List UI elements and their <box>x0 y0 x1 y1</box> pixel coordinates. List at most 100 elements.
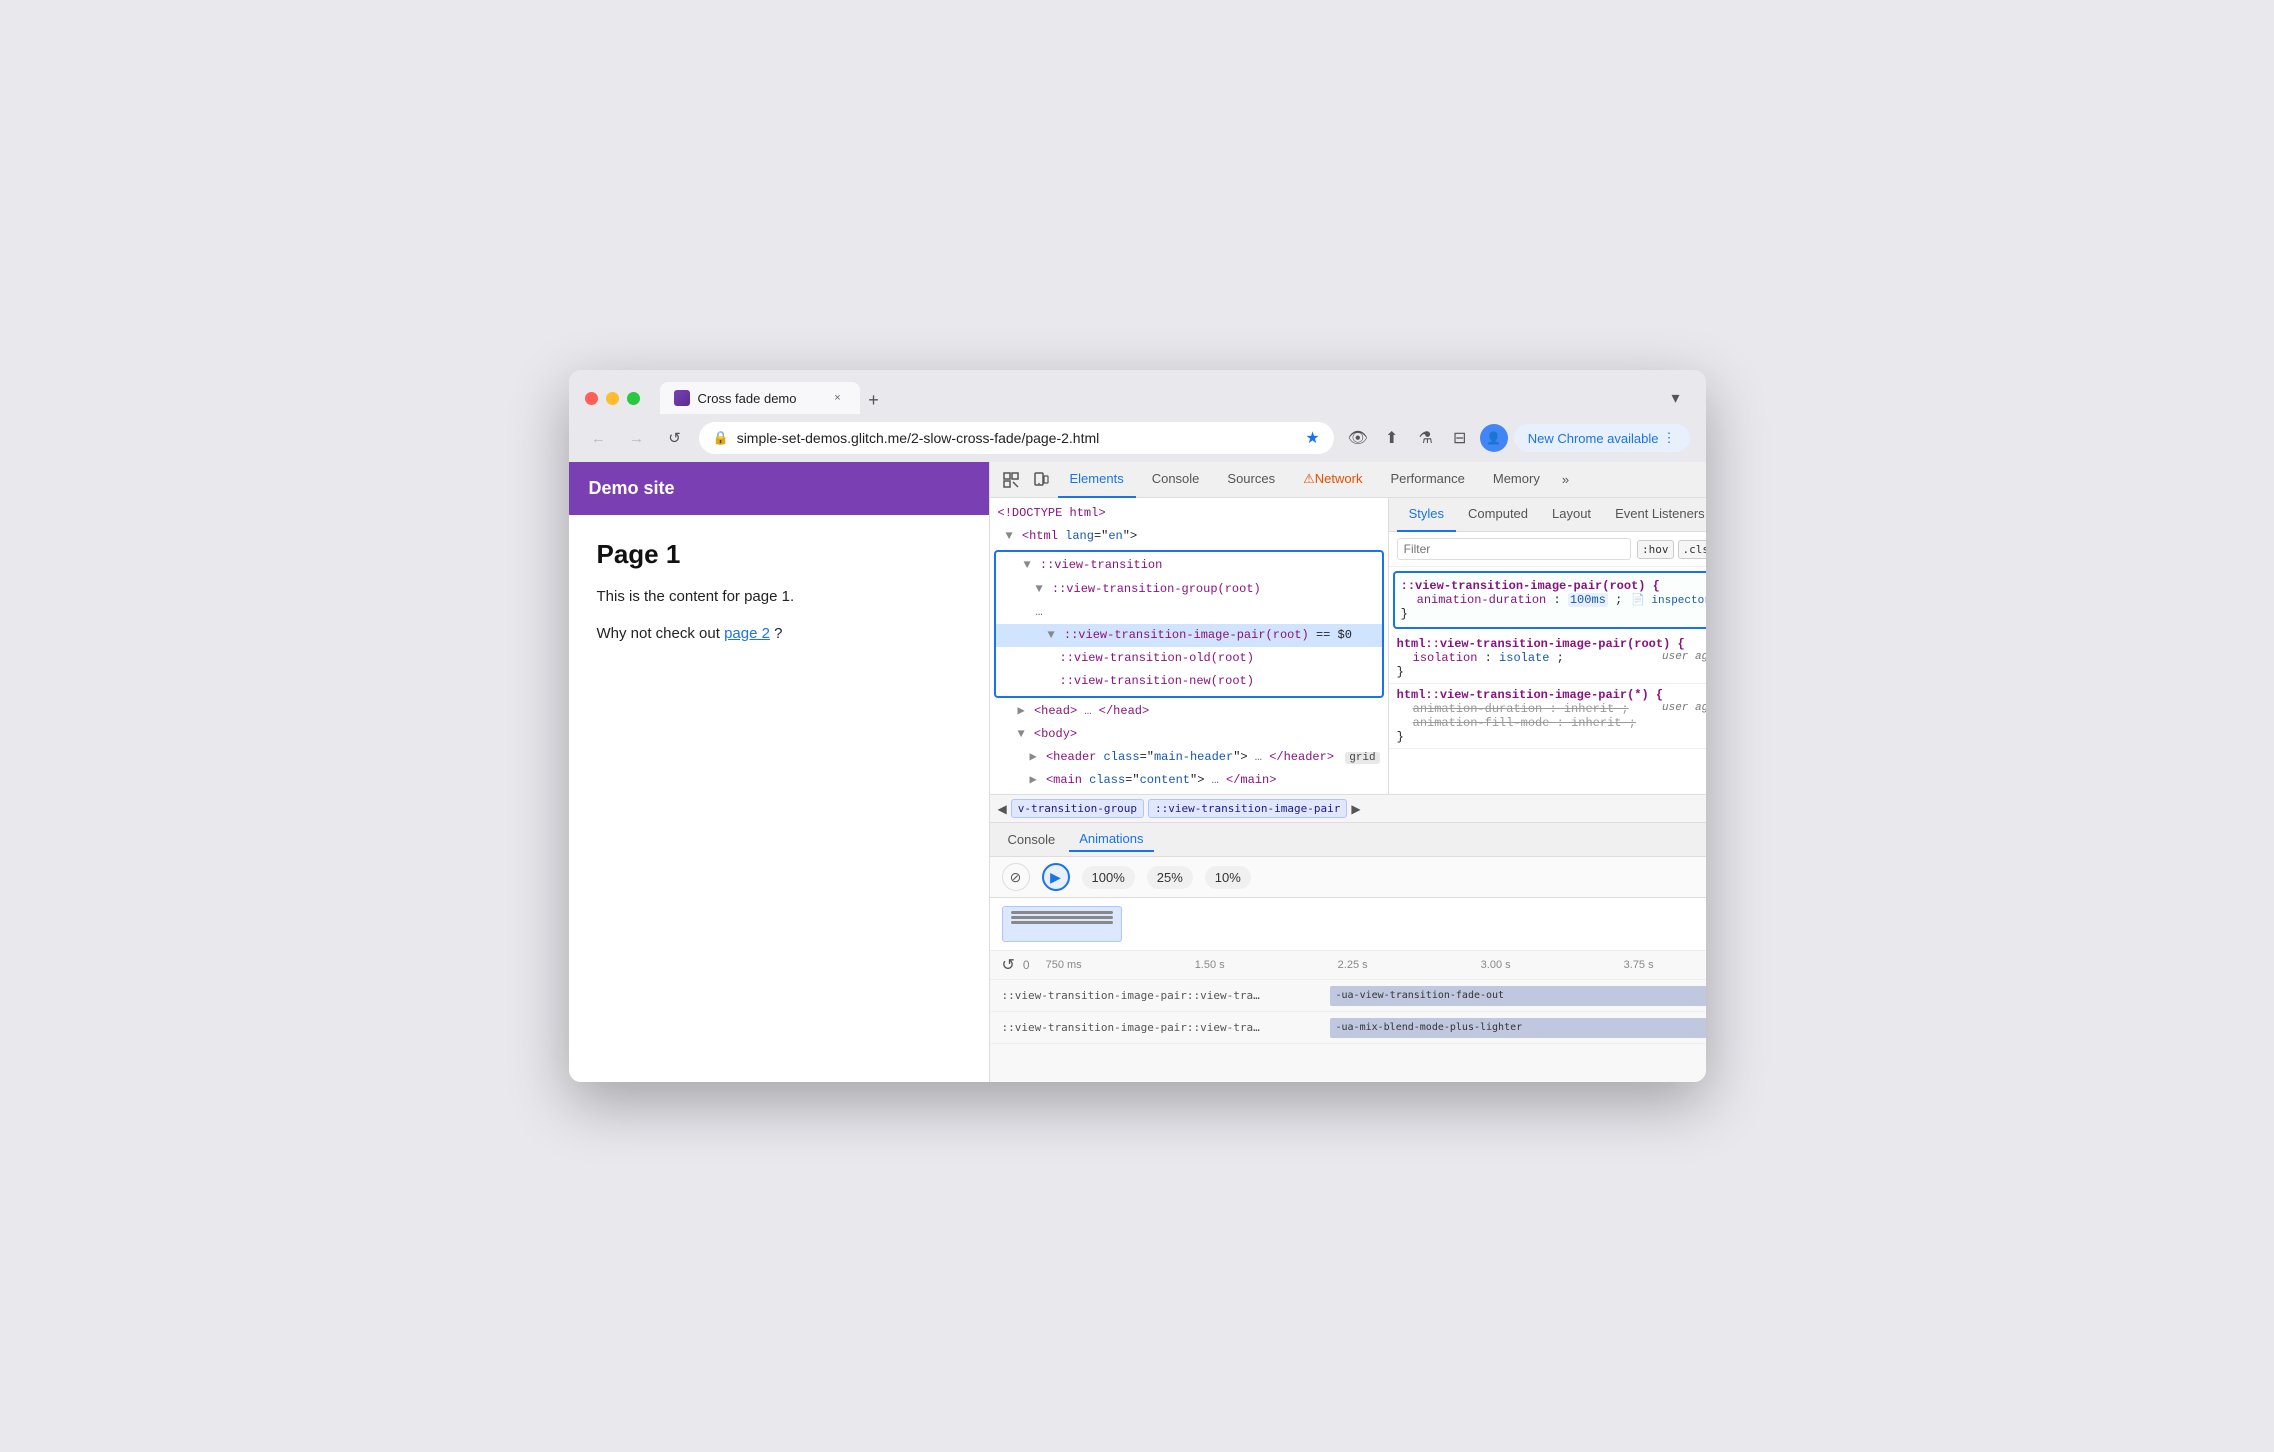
tab-elements[interactable]: Elements <box>1058 462 1136 498</box>
tab-memory[interactable]: Memory <box>1481 462 1552 498</box>
nav-action-icons: 👁 ⬆ ⚗ ⊟ 👤 New Chrome available ⋮ <box>1344 424 1690 452</box>
style-source-link[interactable]: 📄 inspector-stylesheet:4 <box>1631 593 1705 607</box>
view-transition-old-line: ::view-transition-old(root) <box>996 647 1382 670</box>
tab-memory-label: Memory <box>1493 471 1540 486</box>
timeline-row-1-bar[interactable]: -ua-view-transition-fade-out <box>1330 986 1706 1006</box>
tab-styles-label: Styles <box>1409 506 1444 521</box>
marker-375s: 3.75 s <box>1624 959 1654 971</box>
tab-computed-label: Computed <box>1468 506 1528 521</box>
refresh-button[interactable]: ↺ <box>661 424 689 452</box>
tab-console[interactable]: Console <box>1140 462 1212 498</box>
tab-network-warning-icon: ⚠ <box>1303 471 1315 487</box>
tab-close-button[interactable]: × <box>830 390 846 406</box>
new-tab-button[interactable]: + <box>860 386 888 414</box>
animation-duration-value[interactable]: 100ms <box>1568 593 1608 607</box>
marker-750ms: 750 ms <box>1046 959 1082 971</box>
minimize-window-button[interactable] <box>606 392 619 405</box>
tab-overflow-button[interactable]: ▾ <box>1662 384 1690 412</box>
demo-site-title: Demo site <box>589 478 675 498</box>
cls-filter-button[interactable]: .cls <box>1678 540 1706 559</box>
ua-rule-1-selector: html::view-transition-image-pair(root) { <box>1397 637 1685 651</box>
style-selector-text: ::view-transition-image-pair(root) { <box>1401 579 1660 593</box>
speed-10-button[interactable]: 10% <box>1205 866 1251 889</box>
header-line: ▶ <header class="main-header"> … </heade… <box>990 746 1388 770</box>
inspect-element-button[interactable] <box>998 467 1024 493</box>
forward-button[interactable]: → <box>623 424 651 452</box>
hov-filter-button[interactable]: :hov <box>1637 540 1674 559</box>
timeline-row-1: ::view-transition-image-pair::view-tra… … <box>990 980 1706 1012</box>
body-open-line: ▼ <body> <box>990 723 1388 746</box>
animations-pause-button[interactable]: ⊘ <box>1002 863 1030 891</box>
lock-icon: 🔒 <box>713 430 729 446</box>
devtools-tabs-more-button[interactable]: » <box>1556 468 1575 491</box>
tab-styles[interactable]: Styles <box>1397 498 1456 532</box>
device-icon <box>1033 472 1049 488</box>
user-agent-rule-1-header: html::view-transition-image-pair(root) {… <box>1397 637 1706 651</box>
url-text: simple-set-demos.glitch.me/2-slow-cross-… <box>737 430 1298 446</box>
bookmark-star-icon[interactable]: ★ <box>1305 428 1319 448</box>
page-2-link[interactable]: page 2 <box>724 625 770 642</box>
tab-console-label: Console <box>1152 471 1200 486</box>
animation-group-line-2 <box>1011 916 1113 919</box>
isolation-property: isolation : isolate ; <box>1397 651 1706 665</box>
marker-225s: 2.25 s <box>1338 959 1368 971</box>
close-window-button[interactable] <box>585 392 598 405</box>
tab-computed[interactable]: Computed <box>1456 498 1540 532</box>
view-transition-group-line: ▼ ::view-transition-group(root) <box>996 578 1382 601</box>
drawer-tab-animations[interactable]: Animations <box>1069 827 1153 852</box>
maximize-window-button[interactable] <box>627 392 640 405</box>
tab-favicon <box>674 390 690 406</box>
active-tab[interactable]: Cross fade demo × <box>660 382 860 414</box>
devtools-drawer: Console Animations ✕ ⊘ ▶ 100% 25% 10% <box>990 822 1706 1082</box>
eye-off-icon[interactable]: 👁 <box>1344 424 1372 452</box>
drawer-tab-console-label: Console <box>1008 832 1056 847</box>
isolation-value: isolate <box>1499 651 1549 665</box>
speed-25-button[interactable]: 25% <box>1147 866 1193 889</box>
animation-duration-ua-property: animation-duration : inherit ; <box>1397 702 1706 716</box>
timeline-refresh-button[interactable]: ↺ <box>1002 955 1015 975</box>
timeline-rows: ::view-transition-image-pair::view-tra… … <box>990 980 1706 1082</box>
profile-button[interactable]: 👤 <box>1480 424 1508 452</box>
address-bar[interactable]: 🔒 simple-set-demos.glitch.me/2-slow-cros… <box>699 422 1334 454</box>
timeline-row-1-bar-inner: -ua-view-transition-fade-out <box>1330 986 1706 1006</box>
timeline-markers: 750 ms 1.50 s 2.25 s 3.00 s 3.75 s 4.50 … <box>1046 959 1706 971</box>
animation-group-preview[interactable] <box>1002 906 1122 942</box>
breadcrumb-item-2[interactable]: ::view-transition-image-pair <box>1148 799 1347 818</box>
drawer-tab-console[interactable]: Console <box>998 828 1066 851</box>
tab-event-listeners[interactable]: Event Listeners <box>1603 498 1705 532</box>
tab-network-label: Network <box>1315 471 1363 486</box>
view-transition-new-line: ::view-transition-new(root) <box>996 670 1382 693</box>
tab-sources[interactable]: Sources <box>1215 462 1287 498</box>
new-chrome-label: New Chrome available <box>1528 431 1659 446</box>
demo-page-title: Page 1 <box>597 539 961 570</box>
ua-rule-1-close-brace: } <box>1397 665 1706 679</box>
breadcrumb-item-1[interactable]: v-transition-group <box>1011 799 1144 818</box>
breadcrumb-forward-arrow[interactable]: ▶ <box>1351 802 1360 816</box>
timeline-row-2-bar[interactable]: -ua-mix-blend-mode-plus-lighter <box>1330 1018 1706 1038</box>
animations-play-button[interactable]: ▶ <box>1042 863 1070 891</box>
styles-filter-input[interactable] <box>1397 538 1631 560</box>
tabs-bar: Cross fade demo × + <box>660 382 1650 414</box>
timeline-header: ↺ 0 750 ms 1.50 s 2.25 s 3.00 s 3.75 s 4… <box>990 951 1706 980</box>
lab-icon[interactable]: ⚗ <box>1412 424 1440 452</box>
devtools-toolbar: Elements Console Sources ⚠ Network Perfo… <box>990 462 1706 498</box>
marker-300s: 3.00 s <box>1481 959 1511 971</box>
elements-panel[interactable]: <!DOCTYPE html> ▼ <html lang="en"> ▼ ::v… <box>990 498 1389 794</box>
speed-100-button[interactable]: 100% <box>1082 866 1135 889</box>
doctype-line: <!DOCTYPE html> <box>990 502 1388 525</box>
device-emulation-button[interactable] <box>1028 467 1054 493</box>
user-agent-rule-1: html::view-transition-image-pair(root) {… <box>1389 633 1706 684</box>
styles-tabs-bar: Styles Computed Layout Event Listeners » <box>1389 498 1706 532</box>
back-button[interactable]: ← <box>585 424 613 452</box>
new-chrome-available-button[interactable]: New Chrome available ⋮ <box>1514 424 1690 452</box>
tab-network[interactable]: ⚠ Network <box>1291 462 1374 498</box>
share-icon[interactable]: ⬆ <box>1378 424 1406 452</box>
browser-window: Cross fade demo × + ▾ ← → ↺ 🔒 simple-set… <box>569 370 1706 1082</box>
view-transition-image-pair-line: ▼ ::view-transition-image-pair(root) == … <box>996 624 1382 647</box>
tab-performance[interactable]: Performance <box>1378 462 1476 498</box>
animation-fill-mode-property: animation-fill-mode : inherit ; <box>1397 716 1706 730</box>
split-view-icon[interactable]: ⊟ <box>1446 424 1474 452</box>
breadcrumb-back-arrow[interactable]: ◀ <box>998 802 1007 816</box>
user-agent-rule-2-header: html::view-transition-image-pair(*) { us… <box>1397 688 1706 702</box>
tab-layout[interactable]: Layout <box>1540 498 1603 532</box>
